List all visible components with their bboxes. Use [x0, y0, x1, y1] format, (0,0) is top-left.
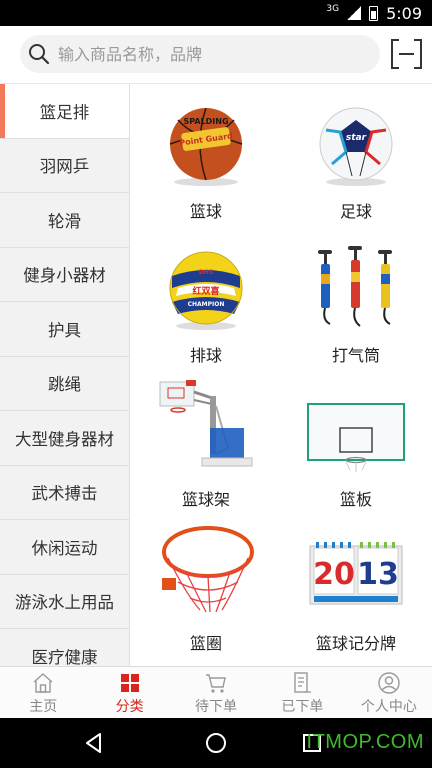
sidebar-item-protective-gear[interactable]: 护具	[0, 302, 129, 357]
nav-orders-label: 已下单	[281, 699, 324, 715]
status-time: 5:09	[386, 3, 422, 23]
volleyball-en-text: CHAMPION	[188, 301, 225, 308]
volleyball-cn-text: 红双喜	[192, 285, 219, 297]
scan-icon[interactable]	[390, 38, 423, 70]
watermark: ITMOP.COM	[306, 731, 424, 753]
product-card[interactable]: 篮圈	[131, 516, 281, 660]
basketball-brand-text: SPALDING	[183, 117, 228, 126]
user-icon	[378, 672, 400, 694]
product-name: 篮球	[189, 202, 222, 221]
category-icon	[120, 674, 139, 692]
cart-icon	[206, 674, 226, 693]
nav-cart-label: 待下单	[195, 699, 238, 715]
home-button-icon[interactable]	[204, 731, 228, 755]
volleyball-image: DHS 红双喜 CHAMPION	[169, 251, 243, 330]
sidebar-item-large-fitness[interactable]: 大型健身器材	[0, 411, 129, 466]
product-name: 篮球记分牌	[315, 634, 396, 653]
nav-cart[interactable]: 待下单	[173, 667, 259, 718]
scoreboard-right-score: 13	[357, 557, 399, 592]
battery-icon	[369, 5, 379, 21]
sidebar-item-basketball-football-volleyball[interactable]: 篮足排	[0, 84, 129, 139]
sidebar-item-skating[interactable]: 轮滑	[0, 193, 129, 248]
nav-category-label: 分类	[115, 699, 144, 715]
soccer-ball-image: star	[319, 107, 393, 186]
backboard-image	[307, 403, 405, 472]
product-name: 篮圈	[189, 634, 222, 653]
search-box[interactable]	[20, 35, 380, 73]
product-grid: SPALDING Point Guard 篮球 star 足球 DHS 红双喜	[131, 84, 432, 666]
signal-strength-icon	[347, 6, 362, 20]
scoreboard-image: 20 13	[309, 542, 403, 605]
soccer-brand-text: star	[346, 133, 367, 143]
sidebar-item-leisure-sports[interactable]: 休闲运动	[0, 520, 129, 575]
product-card[interactable]: star 足球	[281, 84, 431, 228]
sidebar-item-jump-rope[interactable]: 跳绳	[0, 357, 129, 411]
sidebar-item-badminton-tennis-pingpong[interactable]: 羽网乒	[0, 139, 129, 193]
home-icon	[33, 673, 53, 693]
product-name: 篮球架	[181, 490, 230, 509]
search-input[interactable]	[58, 44, 358, 64]
nav-profile[interactable]: 个人中心	[346, 667, 432, 718]
sidebar-item-medical-health[interactable]: 医疗健康	[0, 629, 129, 666]
product-name: 篮板	[339, 490, 372, 509]
product-card[interactable]: DHS 红双喜 CHAMPION 排球	[131, 228, 281, 372]
basketball-image: SPALDING Point Guard	[169, 107, 243, 186]
product-name: 足球	[339, 202, 372, 221]
product-name: 打气筒	[331, 346, 380, 365]
order-list-icon	[294, 672, 312, 693]
nav-orders[interactable]: 已下单	[259, 667, 345, 718]
nav-profile-label: 个人中心	[360, 699, 417, 715]
system-navigation-bar: ITMOP.COM	[0, 718, 432, 768]
nav-category[interactable]: 分类	[86, 667, 172, 718]
sidebar-item-swimming[interactable]: 游泳水上用品	[0, 575, 129, 629]
scoreboard-left-score: 20	[313, 557, 355, 592]
product-card[interactable]: SPALDING Point Guard 篮球	[131, 84, 281, 228]
volleyball-brand-text: DHS	[199, 269, 213, 276]
nav-home[interactable]: 主页	[0, 667, 86, 718]
hoop-image	[162, 526, 254, 613]
back-icon[interactable]	[82, 731, 106, 755]
product-card[interactable]: 打气筒	[281, 228, 431, 372]
status-bar: 3G 5:09	[0, 0, 432, 26]
search-header	[0, 26, 432, 84]
signal-type-label: 3G	[326, 4, 340, 14]
air-pump-image	[318, 246, 392, 327]
sidebar-item-small-fitness[interactable]: 健身小器材	[0, 248, 129, 302]
search-icon	[29, 44, 50, 65]
basketball-stand-image	[159, 380, 253, 467]
bottom-navigation: 主页 分类 待下单 已下单 个人中心	[0, 666, 432, 718]
product-card[interactable]: 篮球架	[131, 372, 281, 516]
sidebar-item-martial-arts[interactable]: 武术搏击	[0, 466, 129, 520]
category-sidebar: 篮足排 羽网乒 轮滑 健身小器材 护具 跳绳 大型健身器材 武术搏击 休闲运动 …	[0, 84, 130, 666]
product-name: 排球	[189, 346, 222, 365]
nav-home-label: 主页	[29, 699, 58, 715]
product-card[interactable]: 20 13 篮球记分牌	[281, 516, 431, 660]
product-card[interactable]: 篮板	[281, 372, 431, 516]
